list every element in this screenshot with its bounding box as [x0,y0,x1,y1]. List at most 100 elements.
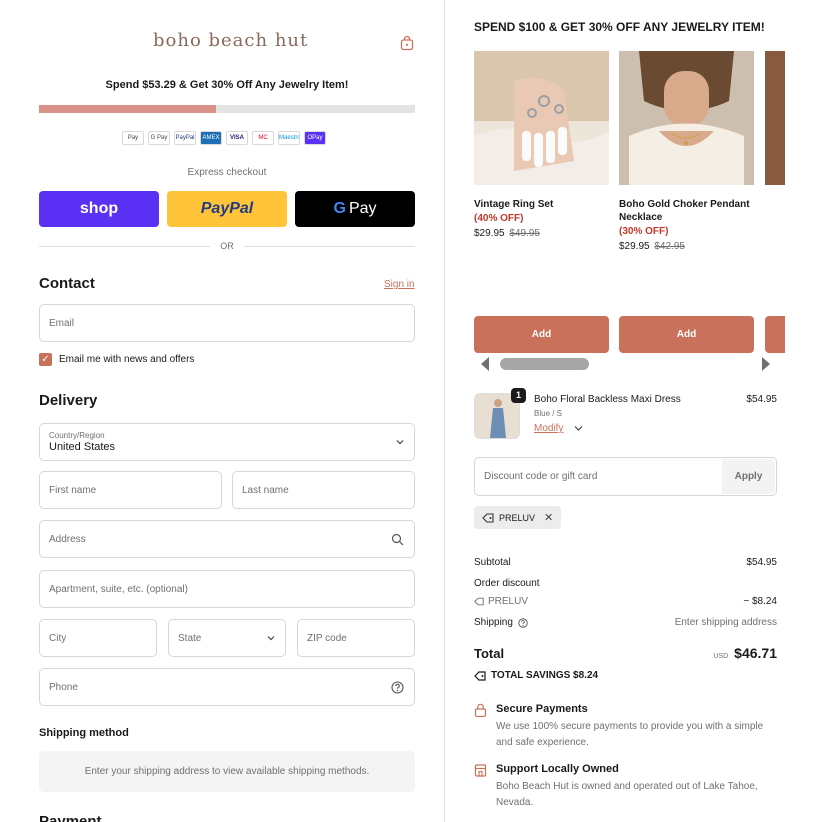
newsletter-option[interactable]: ✓ Email me with news and offers [39,353,194,366]
express-checkout-label: Express checkout [187,167,267,178]
product-compare-price: $49.95 [509,228,540,239]
product-sale-price: $29.95 [619,241,650,252]
subtotal-row: Subtotal $54.95 [474,557,777,568]
google-pay-icon: G Pay [148,131,170,145]
or-divider: OR [39,241,415,251]
express-checkout-buttons: shop PayPal G Pay [39,191,415,227]
google-g-icon: G [333,200,346,217]
zip-placeholder: ZIP code [307,632,347,644]
product-compare-price: $42.95 [654,241,685,252]
apple-pay-icon: Pay [122,131,144,145]
google-pay-button[interactable]: G Pay [295,191,415,227]
store-icon [474,764,487,777]
delivery-heading: Delivery [39,392,98,409]
total-row: Total USD $46.71 [474,645,777,661]
email-placeholder: Email [49,317,75,329]
maestro-icon: Maestro [278,131,300,145]
product-price: $29.95 $42.95 [619,241,754,252]
carousel-next-icon[interactable] [762,357,770,371]
ring-set-image[interactable] [474,51,609,185]
visa-icon: VISA [226,131,248,145]
payment-icons: Pay G Pay PayPal AMEX VISA MC Maestro OP… [122,131,326,145]
sign-in-link[interactable]: Sign in [384,279,415,290]
phone-field[interactable]: Phone [39,668,415,706]
mastercard-icon: MC [252,131,274,145]
carousel-scrollbar[interactable] [500,358,589,370]
apply-discount-button[interactable]: Apply [722,459,775,494]
lock-icon [474,703,487,717]
contact-heading: Contact [39,275,95,292]
product-discount: (30% OFF) [619,226,669,237]
store-logo[interactable]: boho beach hut [153,30,308,51]
zip-code-field[interactable]: ZIP code [297,619,415,657]
or-text: OR [220,241,234,251]
spend-progress-bar [39,105,415,113]
subtotal-value: $54.95 [746,557,777,568]
amex-icon: AMEX [200,131,222,145]
shipping-label: Shipping [474,617,528,628]
last-name-field[interactable]: Last name [232,471,415,509]
shipping-method-placeholder: Enter your shipping address to view avai… [39,751,415,792]
state-placeholder: State [178,632,202,644]
chevron-down-icon[interactable] [574,425,583,432]
newsletter-label: Email me with news and offers [59,354,195,365]
first-name-field[interactable]: First name [39,471,222,509]
tag-icon [474,597,484,606]
order-discount-label: Order discount [474,578,540,589]
carousel-prev-icon[interactable] [481,357,489,371]
total-savings-text: TOTAL SAVINGS $8.24 [491,670,599,681]
upsell-title: SPEND $100 & GET 30% OFF ANY JEWELRY ITE… [474,20,765,34]
choker-necklace-image[interactable] [619,48,754,185]
progress-fill [39,105,216,113]
shop-pay-button[interactable]: shop [39,191,159,227]
order-discount-row: Order discount [474,578,777,589]
country-select[interactable]: Country/Region United States [39,423,415,461]
product-image[interactable] [765,51,785,185]
add-to-cart-button[interactable]: Add [474,316,609,353]
shipping-value: Enter shipping address [674,617,777,628]
google-pay-label: Pay [348,200,377,217]
shipping-label-text: Shipping [474,617,513,628]
discount-code-field[interactable]: Discount code or gift card Apply [474,457,777,496]
checkout-form-column: boho beach hut Spend $53.29 & Get 30% Of… [0,0,445,822]
email-field[interactable]: Email [39,304,415,342]
paypal-button[interactable]: PayPal [167,191,287,227]
address-field[interactable]: Address [39,520,415,558]
country-caption: Country/Region [49,431,105,440]
apartment-field[interactable]: Apartment, suite, etc. (optional) [39,570,415,608]
help-circle-icon[interactable] [518,617,528,628]
paypal-icon: PayPal [174,131,196,145]
state-select[interactable]: State [168,619,286,657]
add-to-cart-button-partial[interactable] [765,316,785,353]
shopping-bag-icon[interactable] [399,35,415,51]
product-name: Vintage Ring Set [474,199,554,210]
product-name: Boho Gold Choker Pendant Necklace [619,199,750,223]
product-sale-price: $29.95 [474,228,505,239]
shop-pay-icon: OPay [304,131,326,145]
product-price: $29.95 $49.95 [474,228,609,239]
add-to-cart-button[interactable]: Add [619,316,754,353]
product-card: Vintage Ring Set (40% OFF) $29.95 $49.95 [474,51,609,239]
discount-code-row: PRELUV − $8.24 [474,596,777,607]
locally-owned-block: Support Locally Owned Boho Beach Hut is … [474,763,777,813]
remove-discount-icon[interactable]: ✕ [544,511,553,524]
chevron-down-icon [396,440,404,445]
discount-code-label: PRELUV [474,596,528,607]
total-savings: TOTAL SAVINGS $8.24 [474,670,598,681]
payment-heading: Payment [39,813,102,822]
city-field[interactable]: City [39,619,157,657]
discount-code-text: PRELUV [488,596,529,607]
discount-amount: − $8.24 [743,596,777,607]
quantity-badge: 1 [511,388,526,403]
first-name-placeholder: First name [49,484,97,496]
discount-placeholder: Discount code or gift card [484,471,598,482]
subtotal-label: Subtotal [474,557,511,568]
modify-link[interactable]: Modify [534,423,563,434]
applied-code: PRELUV [499,512,536,523]
cart-item-name: Boho Floral Backless Maxi Dress [534,394,681,405]
tag-icon [474,670,486,681]
currency-code: USD [713,653,729,660]
secure-payments-block: Secure Payments We use 100% secure payme… [474,703,777,753]
help-circle-icon[interactable] [391,681,404,694]
newsletter-checkbox[interactable]: ✓ [39,353,52,366]
